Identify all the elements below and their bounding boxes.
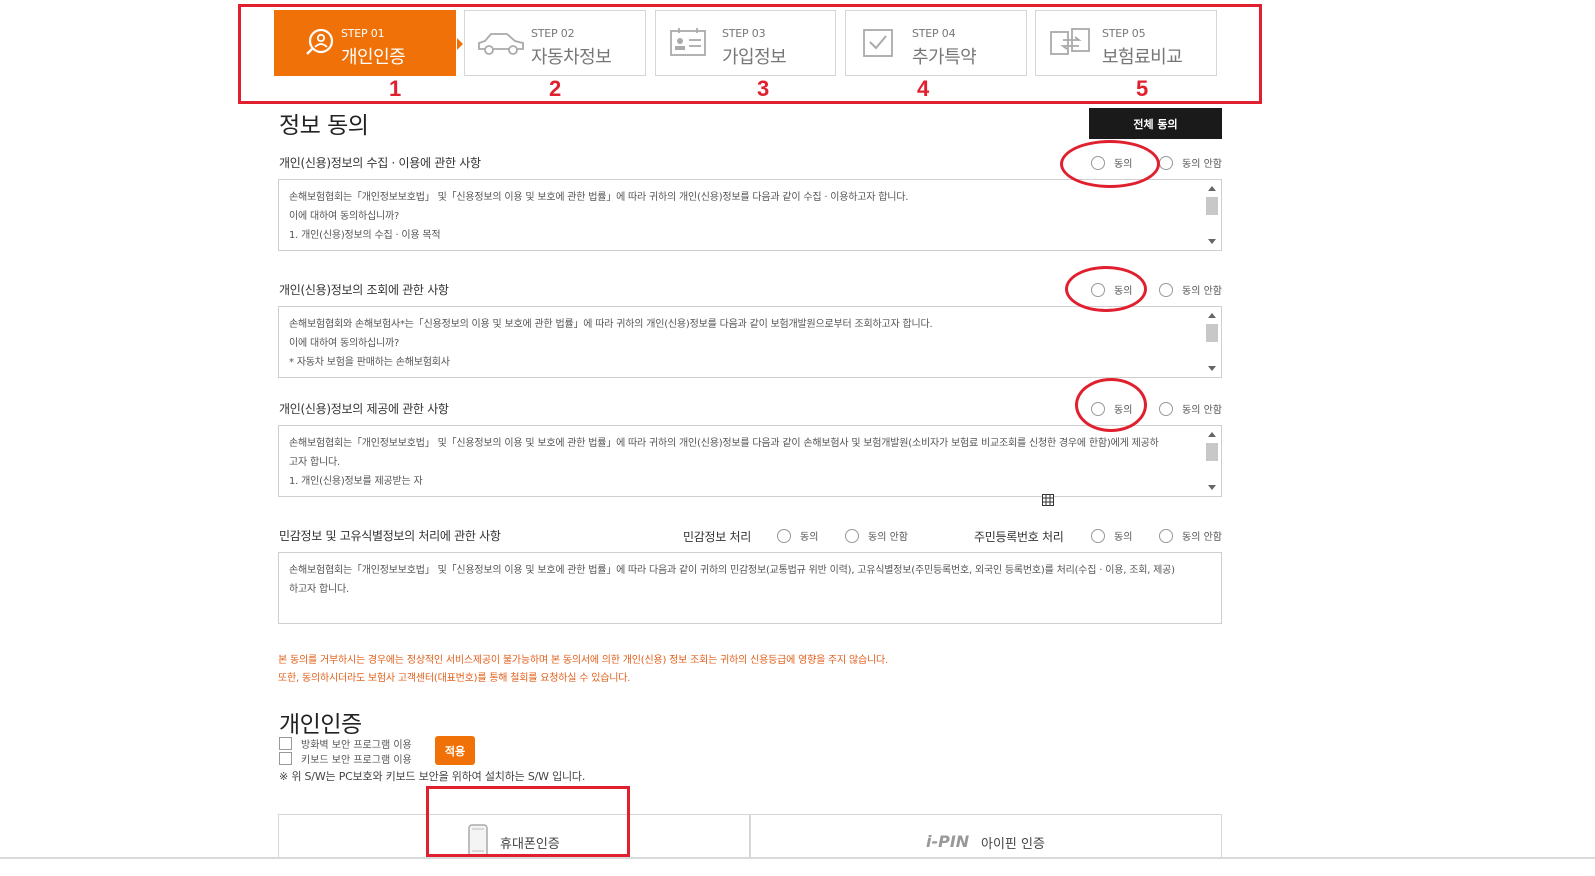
- section-title-inquiry: 개인(신용)정보의 조회에 관한 사항: [279, 283, 449, 297]
- software-note: ※ 위 S/W는 PC보호와 키보드 보안을 위하여 설치하는 S/W 입니다.: [279, 770, 586, 783]
- terms-line: 이에 대하여 동의하십니까?: [289, 338, 400, 349]
- scroll-up-arrow-icon[interactable]: [1208, 313, 1216, 318]
- scroll-down-arrow-icon[interactable]: [1208, 485, 1216, 490]
- terms-line: 손해보험협회는「개인정보보호법」 및「신용정보의 이용 및 보호에 관한 법률」…: [289, 192, 909, 203]
- checkbox-box[interactable]: [279, 752, 292, 765]
- terms-line: 고자 합니다.: [289, 457, 340, 468]
- auth-title: 개인인증: [279, 712, 362, 738]
- scroll-thumb[interactable]: [1206, 324, 1218, 342]
- terms-line: 1. 개인(신용)정보를 제공받는 자: [289, 476, 423, 487]
- section-title-collection: 개인(신용)정보의 수집 · 이용에 관한 사항: [279, 156, 481, 170]
- radio-label: 동의 안함: [1182, 286, 1222, 297]
- sensitive-info-label: 민감정보 처리: [683, 530, 751, 544]
- annotation-number-5: 5: [1136, 76, 1149, 101]
- scroll-down-arrow-icon[interactable]: [1208, 239, 1216, 244]
- checkbox-label: 키보드 보안 프로그램 이용: [301, 755, 412, 766]
- annotation-number-4: 4: [917, 76, 930, 101]
- checkbox-box[interactable]: [279, 737, 292, 750]
- radio-disagree-inquiry[interactable]: 동의 안함: [1159, 282, 1222, 297]
- terms-line: 이에 대하여 동의하십니까?: [289, 211, 400, 222]
- section-title-provision: 개인(신용)정보의 제공에 관한 사항: [279, 402, 449, 416]
- terms-line: 손해보험협회는「개인정보보호법」 및「신용정보의 이용 및 보호에 관한 법률」…: [289, 438, 1159, 449]
- annotation-phone-box: [426, 786, 630, 857]
- scroll-up-arrow-icon[interactable]: [1208, 186, 1216, 191]
- terms-line: 1. 개인(신용)정보의 수집 · 이용 목적: [289, 230, 441, 241]
- radio-circle[interactable]: [1091, 528, 1105, 543]
- consent-title: 정보 동의: [279, 113, 369, 139]
- radio-label: 동의 안함: [1182, 532, 1222, 543]
- terms-box-sensitive[interactable]: 손해보험협회는「개인정보보호법」 및「신용정보의 이용 및 보호에 관한 법률」…: [278, 552, 1222, 624]
- radio-label: 동의 안함: [1182, 405, 1222, 416]
- terms-line: 손해보험협회와 손해보험사*는「신용정보의 이용 및 보호에 관한 법률」에 따…: [289, 319, 933, 330]
- radio-circle[interactable]: [1159, 155, 1173, 170]
- radio-disagree-sensitive[interactable]: 동의 안함: [845, 528, 908, 543]
- section-title-sensitive: 민감정보 및 고유식별정보의 처리에 관한 사항: [279, 529, 501, 543]
- scrollbar[interactable]: [1206, 310, 1218, 374]
- firewall-checkbox[interactable]: 방화벽 보안 프로그램 이용: [279, 736, 412, 751]
- terms-box-collection[interactable]: 손해보험협회는「개인정보보호법」 및「신용정보의 이용 및 보호에 관한 법률」…: [278, 179, 1222, 251]
- annotation-ellipse-2: [1065, 266, 1147, 312]
- scroll-down-arrow-icon[interactable]: [1208, 366, 1216, 371]
- radio-disagree-resident[interactable]: 동의 안함: [1159, 528, 1222, 543]
- warning-text: 본 동의를 거부하시는 경우에는 정상적인 서비스제공이 불가능하며 본 동의서…: [278, 655, 889, 666]
- radio-label: 동의 안함: [1182, 159, 1222, 170]
- table-grid-icon[interactable]: [1042, 494, 1054, 506]
- radio-circle[interactable]: [777, 528, 791, 543]
- checkbox-label: 방화벽 보안 프로그램 이용: [301, 740, 412, 751]
- scrollbar[interactable]: [1206, 429, 1218, 493]
- scrollbar[interactable]: [1206, 183, 1218, 247]
- radio-agree-sensitive[interactable]: 동의: [777, 528, 818, 543]
- warning-text: 또한, 동의하시더라도 보험사 고객센터(대표번호)를 통해 철회를 요청하실 …: [278, 673, 631, 684]
- radio-label: 동의 안함: [868, 532, 908, 543]
- terms-box-provision[interactable]: 손해보험협회는「개인정보보호법」 및「신용정보의 이용 및 보호에 관한 법률」…: [278, 425, 1222, 497]
- terms-line: * 자동차 보험을 판매하는 손해보험회사: [289, 357, 450, 368]
- ipin-logo: i-PIN: [926, 832, 970, 851]
- radio-agree-resident[interactable]: 동의: [1091, 528, 1132, 543]
- radio-circle[interactable]: [1159, 282, 1173, 297]
- terms-line: 손해보험협회는「개인정보보호법」 및「신용정보의 이용 및 보호에 관한 법률」…: [289, 565, 1175, 576]
- keyboard-security-checkbox[interactable]: 키보드 보안 프로그램 이용: [279, 751, 412, 766]
- radio-disagree-provision[interactable]: 동의 안함: [1159, 401, 1222, 416]
- radio-disagree-collection[interactable]: 동의 안함: [1159, 155, 1222, 170]
- terms-line: 하고자 합니다.: [289, 584, 349, 595]
- agree-all-button[interactable]: 전체 동의: [1089, 108, 1222, 139]
- radio-circle[interactable]: [1159, 401, 1173, 416]
- bottom-scroll-edge: [0, 857, 1595, 876]
- annotation-number-2: 2: [549, 76, 562, 101]
- radio-circle[interactable]: [1159, 528, 1173, 543]
- ipin-auth-label: 아이핀 인증: [981, 837, 1045, 852]
- radio-label: 동의: [1114, 532, 1133, 543]
- annotation-ellipse-1: [1060, 140, 1160, 188]
- scroll-up-arrow-icon[interactable]: [1208, 432, 1216, 437]
- scroll-thumb[interactable]: [1206, 443, 1218, 461]
- scroll-thumb[interactable]: [1206, 197, 1218, 215]
- radio-circle[interactable]: [845, 528, 859, 543]
- terms-box-inquiry[interactable]: 손해보험협회와 손해보험사*는「신용정보의 이용 및 보호에 관한 법률」에 따…: [278, 306, 1222, 378]
- annotation-ellipse-3: [1075, 378, 1147, 432]
- radio-label: 동의: [800, 532, 819, 543]
- annotation-number-3: 3: [757, 76, 770, 101]
- resident-number-label: 주민등록번호 처리: [974, 530, 1064, 544]
- apply-button[interactable]: 적용: [435, 736, 475, 765]
- annotation-number-1: 1: [389, 76, 402, 101]
